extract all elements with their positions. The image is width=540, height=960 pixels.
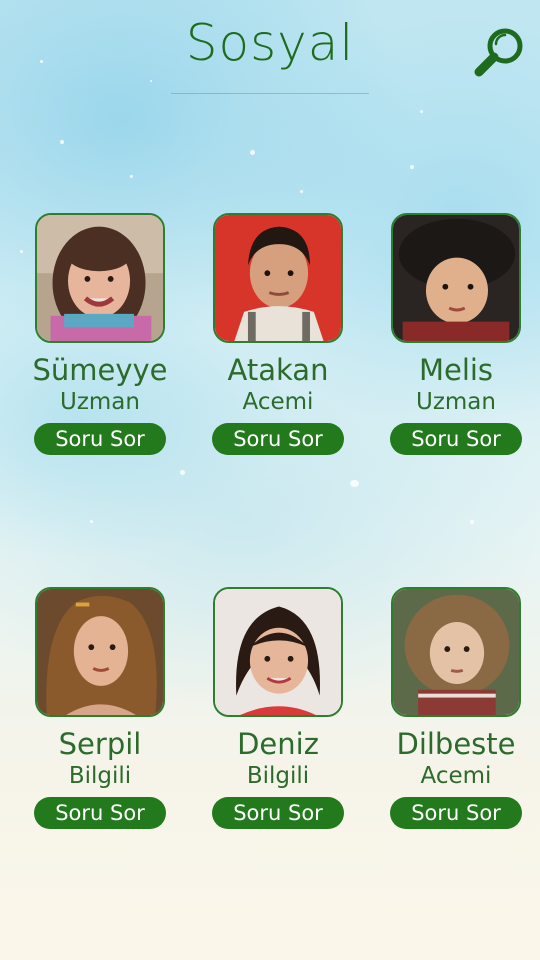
ask-question-button[interactable]: Soru Sor <box>390 423 522 455</box>
user-avatar[interactable] <box>213 213 343 343</box>
user-level: Bilgili <box>246 763 310 789</box>
user-name: Atakan <box>227 353 329 387</box>
child-photo <box>215 589 341 715</box>
user-level: Uzman <box>60 389 140 415</box>
user-card: Deniz Bilgili Soru Sor <box>203 587 353 829</box>
user-level: Acemi <box>420 763 492 789</box>
user-name: Melis <box>418 353 494 387</box>
user-level: Uzman <box>416 389 496 415</box>
user-card: Sümeyye Uzman Soru Sor <box>25 213 175 455</box>
ask-question-button[interactable]: Soru Sor <box>390 797 522 829</box>
user-name: Dilbeste <box>396 727 516 761</box>
user-card: Dilbeste Acemi Soru Sor <box>381 587 531 829</box>
user-avatar[interactable] <box>391 213 521 343</box>
child-photo <box>37 589 163 715</box>
ask-question-button[interactable]: Soru Sor <box>212 797 344 829</box>
user-name: Sümeyye <box>32 353 168 387</box>
ask-question-button[interactable]: Soru Sor <box>34 423 166 455</box>
user-card: Atakan Acemi Soru Sor <box>203 213 353 455</box>
user-level: Bilgili <box>68 763 132 789</box>
child-photo <box>393 589 519 715</box>
user-card: Melis Uzman Soru Sor <box>381 213 531 455</box>
user-avatar[interactable] <box>213 587 343 717</box>
user-avatar[interactable] <box>391 587 521 717</box>
ask-question-button[interactable]: Soru Sor <box>212 423 344 455</box>
user-name: Deniz <box>237 727 319 761</box>
user-level: Acemi <box>242 389 314 415</box>
user-name: Serpil <box>58 727 142 761</box>
child-photo <box>393 215 519 341</box>
user-grid: Sümeyye Uzman Soru Sor Atakan Acemi Soru… <box>0 0 540 960</box>
user-avatar[interactable] <box>35 213 165 343</box>
child-photo <box>37 215 163 341</box>
user-avatar[interactable] <box>35 587 165 717</box>
ask-question-button[interactable]: Soru Sor <box>34 797 166 829</box>
child-photo <box>215 215 341 341</box>
user-card: Serpil Bilgili Soru Sor <box>25 587 175 829</box>
